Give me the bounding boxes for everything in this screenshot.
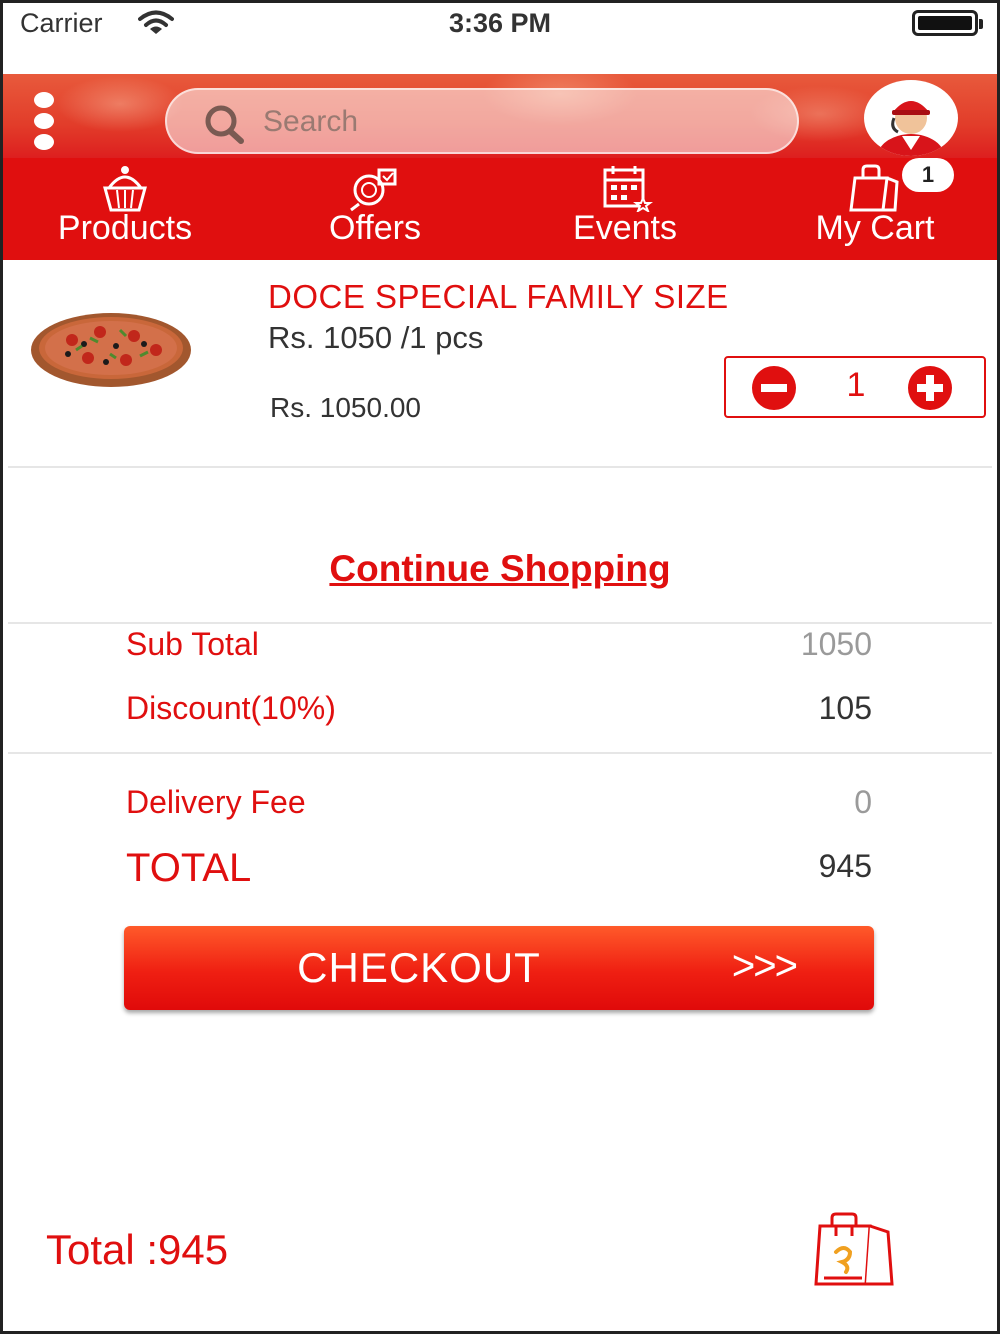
item-name: DOCE SPECIAL FAMILY SIZE (268, 278, 729, 315)
status-bar: Carrier 3:36 PM (0, 0, 1000, 74)
discount-label: Discount(10%) (126, 690, 336, 726)
pizza-image (31, 313, 191, 387)
offers-tag-icon (350, 168, 397, 212)
search-icon (205, 105, 244, 144)
cupcake-icon (103, 166, 147, 212)
shopping-bag-icon[interactable] (812, 1212, 896, 1288)
item-unit-price: Rs. 1050 /1 pcs (268, 320, 484, 355)
status-time: 3:36 PM (448, 8, 552, 38)
checkout-button[interactable]: CHECKOUT >>> (124, 926, 874, 1010)
nav-label-offers: Offers (329, 209, 421, 247)
nav-item-offers[interactable]: Offers (250, 158, 500, 260)
sub-total-label: Sub Total (126, 626, 259, 662)
nav-label-events: Events (573, 209, 677, 247)
decrease-quantity-button[interactable] (752, 366, 796, 410)
discount-value: 105 (818, 690, 872, 726)
total-label: TOTAL (126, 846, 252, 890)
delivery-person-icon (877, 101, 945, 156)
app-header (0, 74, 1000, 158)
search-bar[interactable] (165, 88, 799, 154)
divider (8, 622, 992, 624)
quantity-stepper: 1 (724, 356, 986, 418)
user-avatar[interactable] (864, 80, 958, 156)
nav-label-my-cart: My Cart (815, 209, 935, 247)
shopping-bag-icon (849, 164, 899, 212)
divider (8, 752, 992, 754)
quantity-value: 1 (846, 366, 866, 404)
main-nav: Products Offers Events My Cart (0, 158, 1000, 260)
cart-count-badge: 1 (902, 158, 954, 192)
increase-quantity-button[interactable] (908, 366, 952, 410)
chevrons-right-icon: >>> (731, 942, 798, 990)
checkout-label: CHECKOUT (297, 944, 541, 991)
battery-icon (912, 10, 983, 36)
continue-shopping-row: Continue Shopping (0, 548, 1000, 590)
search-input[interactable] (263, 98, 763, 146)
sub-total-value: 1050 (800, 626, 872, 662)
delivery-fee-label: Delivery Fee (126, 784, 306, 820)
footer-total: Total :945 (46, 1226, 229, 1273)
nav-label-products: Products (57, 209, 193, 247)
nav-item-events[interactable]: Events (500, 158, 750, 260)
cart-item: DOCE SPECIAL FAMILY SIZE Rs. 1050 /1 pcs… (8, 260, 992, 468)
calendar-icon (603, 166, 653, 212)
item-line-total: Rs. 1050.00 (270, 392, 421, 423)
nav-item-my-cart[interactable]: My Cart (750, 158, 1000, 260)
more-vertical-icon[interactable] (34, 92, 58, 154)
delivery-fee-value: 0 (854, 784, 872, 820)
continue-shopping-link[interactable]: Continue Shopping (329, 548, 670, 589)
total-value: 945 (818, 848, 872, 884)
nav-item-products[interactable]: Products (0, 158, 250, 260)
